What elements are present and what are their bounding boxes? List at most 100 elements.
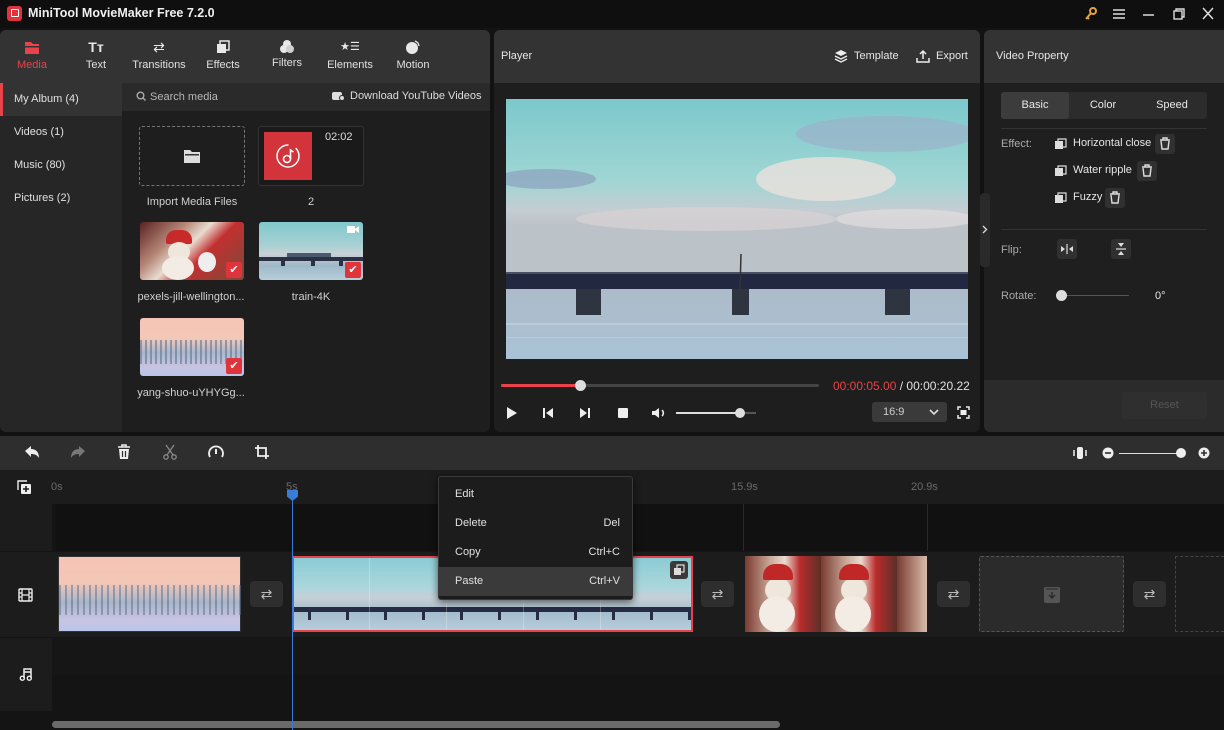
folder-icon xyxy=(183,148,201,164)
zoom-out-button[interactable] xyxy=(1102,447,1114,459)
minimize-icon[interactable] xyxy=(1137,4,1159,24)
media-item-snowman[interactable]: ✔ xyxy=(140,222,244,280)
key-icon[interactable] xyxy=(1080,4,1102,24)
reset-button[interactable]: Reset xyxy=(1122,392,1207,419)
tab-color[interactable]: Color xyxy=(1069,92,1137,119)
add-track-button[interactable] xyxy=(17,480,32,495)
menu-item-paste[interactable]: Paste Ctrl+V xyxy=(439,567,632,596)
menu-item-copy[interactable]: Copy Ctrl+C xyxy=(439,538,632,567)
export-button[interactable]: Export xyxy=(916,49,968,63)
previous-frame-button[interactable] xyxy=(541,406,555,420)
menu-item-shortcut: Ctrl+V xyxy=(589,575,620,587)
library-panel: Media Tт Text ⇄ Transitions Effects Filt… xyxy=(0,30,490,432)
tab-elements-label: Elements xyxy=(327,59,373,71)
clip-effects-badge[interactable] xyxy=(670,561,688,579)
video-property-panel: Video Property Basic Color Speed Effect:… xyxy=(984,30,1224,432)
menu-item-delete[interactable]: Delete Del xyxy=(439,509,632,538)
tab-effects[interactable]: Effects xyxy=(188,38,258,71)
tab-media[interactable]: Media xyxy=(0,38,67,71)
transition-slot[interactable]: ⇄ xyxy=(1133,581,1166,607)
delete-effect-button[interactable] xyxy=(1137,161,1157,181)
redo-icon xyxy=(67,444,89,460)
media-item-yangshuo-label: yang-shuo-uYHYGg... xyxy=(137,387,245,399)
flip-vertical-button[interactable] xyxy=(1111,239,1131,259)
stop-button[interactable] xyxy=(616,406,630,420)
nav-music[interactable]: Music (80) xyxy=(0,149,122,182)
tick-label: 15.9s xyxy=(731,481,758,493)
current-time: 00:00:05.00 xyxy=(833,379,897,393)
tab-elements[interactable]: ★☰ Elements xyxy=(315,38,385,71)
menu-item-edit[interactable]: Edit xyxy=(439,480,632,509)
next-frame-button[interactable] xyxy=(578,406,592,420)
export-label: Export xyxy=(936,50,968,62)
delete-button[interactable] xyxy=(113,444,135,460)
transition-icon: ⇄ xyxy=(1143,586,1156,602)
checked-icon: ✔ xyxy=(345,262,361,278)
aspect-ratio-select[interactable]: 16:9 xyxy=(872,402,947,422)
playback-progress-bar[interactable] xyxy=(501,380,819,391)
collapse-panel-handle[interactable] xyxy=(980,193,990,267)
media-area: Download YouTube Videos #mediaarea ::pla… xyxy=(122,83,490,432)
download-youtube-button[interactable]: Download YouTube Videos xyxy=(332,90,482,102)
video-preview[interactable] xyxy=(506,99,968,359)
tab-motion[interactable]: Motion xyxy=(378,38,448,71)
template-button[interactable]: Template xyxy=(834,49,899,63)
speed-button[interactable] xyxy=(205,444,227,460)
transition-slot[interactable]: ⇄ xyxy=(701,581,734,607)
volume-handle[interactable] xyxy=(735,408,745,418)
title-bar: MiniTool MovieMaker Free 7.2.0 xyxy=(0,0,1224,28)
media-item-yangshuo[interactable]: ✔ xyxy=(140,318,244,376)
trash-icon xyxy=(1137,161,1157,181)
play-button[interactable] xyxy=(504,406,518,420)
search-input[interactable] xyxy=(150,89,300,105)
transition-slot[interactable]: ⇄ xyxy=(250,581,283,607)
tab-transitions[interactable]: ⇄ Transitions xyxy=(124,38,194,71)
search-icon xyxy=(136,91,146,101)
tab-text-label: Text xyxy=(85,59,107,71)
timeline-zoom-slider[interactable] xyxy=(1119,448,1186,458)
media-item-train[interactable]: ✔ xyxy=(259,222,363,280)
music-track[interactable] xyxy=(52,638,1224,675)
nav-my-album[interactable]: My Album (4) xyxy=(0,83,122,116)
redo-button[interactable] xyxy=(67,444,89,460)
timeline-clip-snowman[interactable] xyxy=(745,556,927,632)
volume-slider[interactable] xyxy=(676,408,756,418)
crop-button[interactable] xyxy=(251,444,273,460)
delete-effect-button[interactable] xyxy=(1155,134,1175,154)
fit-timeline-button[interactable] xyxy=(1073,446,1087,460)
nav-videos[interactable]: Videos (1) xyxy=(0,116,122,149)
timeline-clip-yangshuo[interactable] xyxy=(58,556,242,632)
close-icon[interactable] xyxy=(1197,4,1219,24)
text-icon: Tт xyxy=(88,39,104,55)
split-button[interactable] xyxy=(159,444,181,460)
volume-button[interactable] xyxy=(651,406,667,420)
fullscreen-button[interactable] xyxy=(957,406,970,419)
timeline-scrollbar[interactable] xyxy=(52,721,780,728)
progress-handle[interactable] xyxy=(574,380,586,391)
menu-item-label: Paste xyxy=(455,575,484,587)
media-item-music[interactable]: 02:02 xyxy=(258,126,364,186)
delete-effect-button[interactable] xyxy=(1105,188,1125,208)
restore-icon[interactable] xyxy=(1168,4,1190,24)
zoom-in-button[interactable] xyxy=(1198,447,1210,459)
rotate-handle[interactable] xyxy=(1056,290,1067,301)
filters-icon xyxy=(252,38,322,56)
tab-filters[interactable]: Filters xyxy=(252,38,322,69)
rotate-slider[interactable] xyxy=(1056,290,1129,301)
tick-label: 0s xyxy=(51,481,63,493)
tab-basic[interactable]: Basic xyxy=(1001,92,1069,119)
transition-slot[interactable]: ⇄ xyxy=(937,581,970,607)
zoom-handle[interactable] xyxy=(1176,448,1186,458)
import-media-button[interactable] xyxy=(139,126,245,186)
flip-horizontal-button[interactable] xyxy=(1057,239,1077,259)
menu-icon[interactable] xyxy=(1108,4,1130,24)
tab-text[interactable]: Tт Text xyxy=(61,38,131,71)
text-track[interactable] xyxy=(56,504,1224,551)
nav-pictures[interactable]: Pictures (2) xyxy=(0,182,122,215)
rotate-label: Rotate: xyxy=(1001,290,1037,302)
tab-speed[interactable]: Speed xyxy=(1137,92,1207,119)
empty-clip-slot[interactable] xyxy=(1175,556,1224,632)
empty-clip-slot[interactable] xyxy=(979,556,1124,632)
undo-button[interactable] xyxy=(21,444,43,460)
menu-item-label: Edit xyxy=(455,488,474,500)
